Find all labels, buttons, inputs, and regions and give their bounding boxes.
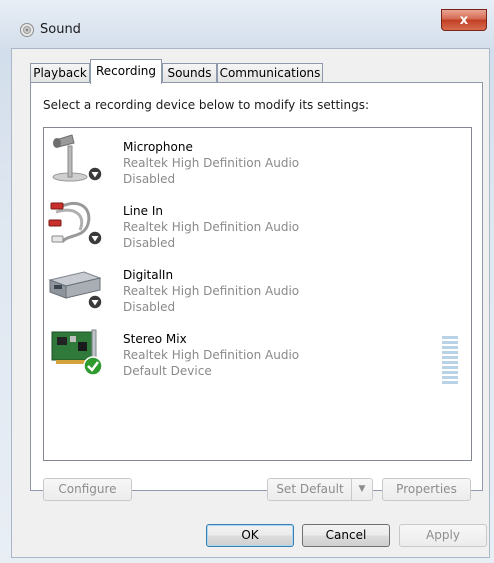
cancel-button[interactable]: Cancel [302,524,390,547]
chevron-down-icon[interactable]: ▼ [351,479,372,500]
microphone-icon [52,134,103,182]
title-bar[interactable]: Sound x [0,0,494,48]
device-list[interactable]: Microphone Realtek High Definition Audio… [43,127,472,461]
device-driver: Realtek High Definition Audio [123,284,300,298]
instruction-text: Select a recording device below to modif… [43,98,370,112]
device-name: Stereo Mix [123,332,187,346]
device-driver: Realtek High Definition Audio [123,156,300,170]
dialog-client-area: Playback Recording Sounds Communications… [11,48,490,558]
tab-sounds[interactable]: Sounds [162,63,217,83]
properties-button[interactable]: Properties [382,478,471,501]
line-in-cable-icon [48,201,103,246]
device-status: Disabled [123,236,176,250]
disabled-badge-icon [87,294,103,310]
window-title: Sound [40,22,81,37]
configure-button[interactable]: Configure [43,478,132,501]
device-status: Disabled [123,300,176,314]
device-status: Disabled [123,172,176,186]
level-meter [442,336,458,386]
device-name: DigitalIn [123,268,174,282]
device-name: Line In [123,204,163,218]
device-item-digitalin[interactable]: DigitalIn Realtek High Definition Audio … [44,258,469,318]
device-driver: Realtek High Definition Audio [123,348,300,362]
device-status: Default Device [123,364,212,378]
device-item-stereo-mix[interactable]: Stereo Mix Realtek High Definition Audio… [44,322,469,384]
device-item-line-in[interactable]: Line In Realtek High Definition Audio Di… [44,194,469,254]
apply-button[interactable]: Apply [399,524,487,547]
sound-card-icon [51,329,103,376]
speaker-icon [20,23,34,37]
window-frame: Sound x Playback Recording Sounds Commun… [0,0,494,563]
device-name: Microphone [123,140,193,154]
set-default-label: Set Default [276,482,344,496]
digital-in-device-icon [48,271,103,310]
disabled-badge-icon [87,230,103,246]
tab-recording[interactable]: Recording [90,59,162,84]
recording-tab-panel: Select a recording device below to modif… [30,82,483,501]
default-checkmark-icon [83,356,103,376]
device-item-microphone[interactable]: Microphone Realtek High Definition Audio… [44,130,469,190]
disabled-badge-icon [87,166,103,182]
set-default-button[interactable]: Set Default ▼ [267,478,373,501]
device-driver: Realtek High Definition Audio [123,220,300,234]
ok-button[interactable]: OK [206,524,294,547]
close-button[interactable]: x [441,9,487,31]
tab-communications[interactable]: Communications [217,63,323,83]
tab-playback[interactable]: Playback [30,63,90,83]
